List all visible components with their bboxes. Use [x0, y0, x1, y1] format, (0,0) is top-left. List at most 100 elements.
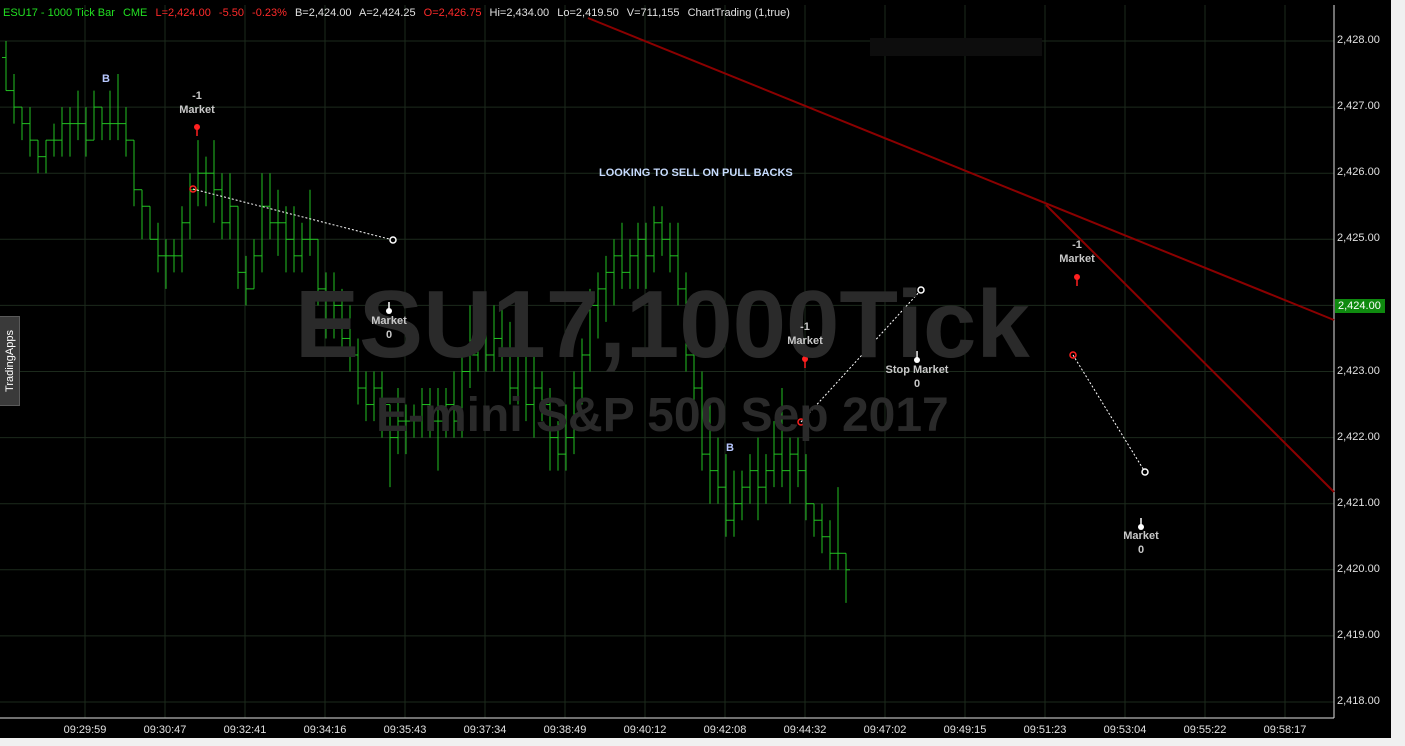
ohlc-bar [122, 107, 130, 157]
bar-marker-b: B [102, 73, 110, 85]
price-tick-label: 2,420.00 [1337, 562, 1380, 575]
header-bid: B=2,424.00 [294, 7, 352, 19]
ohlc-bar [722, 454, 730, 537]
order-qty: -1 [192, 90, 202, 102]
time-tick-label: 09:47:02 [863, 724, 907, 736]
buy-fill-marker [389, 236, 397, 244]
order-type: Stop Market [885, 364, 949, 376]
ohlc-bar [26, 107, 34, 157]
price-tick-label: 2,418.00 [1337, 695, 1380, 707]
ohlc-bar [202, 156, 210, 207]
sell-order-label: -1 Market [1059, 238, 1094, 266]
price-tick-label: 2,422.00 [1337, 430, 1380, 443]
time-tick-label: 09:49:15 [943, 724, 987, 736]
time-tick-label: 09:29:59 [63, 724, 107, 736]
ohlc-bar [34, 139, 42, 174]
ohlc-bar [234, 205, 242, 289]
ohlc-bar [42, 139, 50, 174]
sell-order-label: -1 Market [787, 320, 822, 348]
ohlc-bar [266, 173, 274, 240]
price-tick-label: 2,428.00 [1337, 34, 1380, 46]
time-tick-label: 09:34:16 [303, 724, 347, 736]
price-tick-label: 2,427.00 [1337, 100, 1380, 113]
ohlc-bar [802, 454, 810, 521]
ohlc-bar [242, 255, 250, 306]
order-qty: -1 [1072, 239, 1082, 251]
time-tick-label: 09:40:12 [623, 724, 667, 736]
header-change-pct: -0.23% [252, 7, 287, 19]
ohlc-bar [658, 206, 666, 256]
header-last: L=2,424.00 [155, 7, 211, 19]
ohlc-bar [146, 205, 154, 240]
trade-connector [192, 188, 394, 241]
ohlc-bar [818, 503, 826, 554]
header-symbol: ESU17 - 1000 Tick Bar [3, 7, 115, 19]
ohlc-bar [186, 173, 194, 240]
watermark-instrument: E-mini S&P 500 Sep 2017 [376, 389, 949, 442]
order-type: Market [179, 104, 215, 116]
ohlc-bar [250, 239, 258, 290]
ohlc-bar [226, 173, 234, 240]
ohlc-bar [786, 437, 794, 504]
price-tick-label: 2,421.00 [1337, 496, 1380, 509]
order-type: Market [1059, 253, 1095, 265]
ohlc-bar [210, 140, 218, 223]
ohlc-bar [274, 189, 282, 256]
order-type: Market [1123, 530, 1159, 542]
header-indicator: ChartTrading (1,true) [687, 7, 790, 19]
ohlc-bar [98, 106, 106, 141]
order-qty: 0 [913, 378, 921, 390]
ghost-label [870, 38, 1042, 56]
ohlc-bar [162, 239, 170, 289]
current-price-marker: 2,424.00 [1335, 299, 1385, 313]
header-low: Lo=2,419.50 [557, 7, 619, 19]
time-tick-label: 09:42:08 [703, 724, 747, 736]
order-type: Market [787, 335, 823, 347]
ohlc-bar [90, 90, 98, 141]
tradingapps-tab-label: TradingApps [3, 330, 16, 392]
header-ask: A=2,424.25 [359, 7, 416, 19]
time-tick-label: 09:51:23 [1023, 724, 1067, 736]
ohlc-bar [218, 173, 226, 240]
buy-order-label: Market 0 [1123, 529, 1158, 557]
buy-order-label: Stop Market 0 [886, 363, 949, 391]
time-tick-label: 09:35:43 [383, 724, 427, 736]
time-tick-label: 09:44:32 [783, 724, 827, 736]
header-high: Hi=2,434.00 [489, 7, 550, 19]
ohlc-bar [306, 189, 314, 256]
buy-fill-marker [1141, 468, 1149, 476]
bar-marker-b: B [726, 442, 734, 454]
price-tick-label: 2,419.00 [1337, 628, 1380, 641]
tradingapps-tab[interactable]: TradingApps [0, 316, 20, 406]
ohlc-bar [762, 454, 770, 504]
horizontal-scrollbar[interactable] [0, 738, 1405, 746]
price-tick-label: 2,423.00 [1337, 364, 1380, 377]
ohlc-bar [298, 222, 306, 273]
time-tick-label: 09:32:41 [223, 724, 267, 736]
time-tick-label: 09:53:04 [1103, 724, 1147, 736]
ohlc-bar [714, 437, 722, 504]
ohlc-bar [258, 173, 266, 273]
ohlc-bar [842, 552, 850, 603]
chart-note[interactable]: LOOKING TO SELL ON PULL BACKS [599, 167, 793, 179]
time-tick-label: 09:58:17 [1263, 724, 1307, 736]
order-qty: 0 [1137, 544, 1145, 556]
ohlc-bar [834, 487, 842, 570]
ohlc-bar [666, 222, 674, 273]
ohlc-bar [18, 106, 26, 141]
trade-connector [1072, 354, 1146, 473]
window-border [1391, 0, 1405, 746]
time-tick-label: 09:30:47 [143, 724, 187, 736]
ohlc-bar [738, 470, 746, 521]
ohlc-bar [50, 123, 58, 157]
ohlc-bar [746, 454, 754, 504]
price-tick-label: 2,425.00 [1337, 232, 1380, 245]
ohlc-bar [810, 503, 818, 537]
time-tick-label: 09:37:34 [463, 724, 507, 736]
price-tick-label: 2,426.00 [1337, 166, 1380, 179]
ohlc-bar [794, 437, 802, 488]
ohlc-bar [170, 239, 178, 273]
chart-panel[interactable]: ESU17,1000Tick E-mini S&P 500 Sep 2017 E… [0, 0, 1405, 746]
header-change: -5.50 [218, 7, 244, 19]
header-exchange: CME [122, 7, 148, 19]
